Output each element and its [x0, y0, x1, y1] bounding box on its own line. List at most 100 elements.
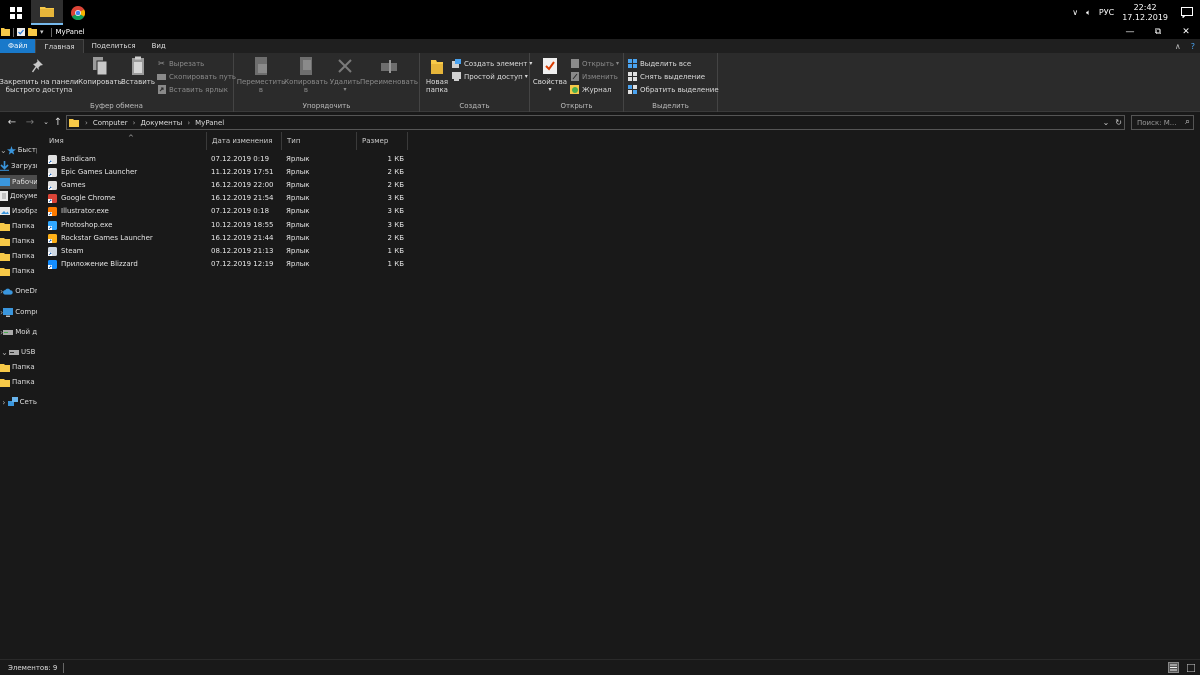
back-button[interactable]: ← — [6, 116, 18, 128]
quick-access-toolbar: ▾ — [1, 27, 47, 37]
new-item-button[interactable]: Создать элемент ▾ — [452, 58, 532, 69]
file-size: 1 КБ — [387, 259, 404, 268]
clock[interactable]: 22:42 17.12.2019 — [1122, 3, 1168, 23]
breadcrumb-mypanel[interactable]: MyPanel — [195, 119, 224, 127]
breadcrumb-computer[interactable]: Computer — [93, 119, 128, 127]
file-size: 3 КБ — [387, 220, 404, 229]
nav-item[interactable]: Папка 5 — [0, 360, 37, 374]
file-type: Ярлык — [286, 246, 310, 255]
select-none-button[interactable]: Снять выделение — [628, 71, 705, 82]
minimize-button[interactable]: — — [1116, 25, 1144, 39]
chrome-icon — [71, 5, 85, 20]
rockstar-icon — [48, 233, 57, 243]
file-row[interactable]: Bandicam 07.12.2019 0:19 Ярлык 1 КБ — [44, 153, 408, 166]
large-icons-view-button[interactable] — [1185, 662, 1196, 673]
maximize-button[interactable]: ⧉ — [1144, 25, 1172, 39]
copy-to-button[interactable]: Копировать в — [284, 55, 328, 94]
properties-check-icon[interactable] — [17, 28, 25, 36]
copy-path-button[interactable]: Скопировать путь — [157, 71, 236, 82]
copy-path-icon — [157, 72, 166, 81]
recent-locations-button[interactable]: ⌄ — [40, 116, 52, 128]
nav-item[interactable]: › Сеть — [0, 395, 37, 409]
tab-view[interactable]: Вид — [144, 39, 174, 53]
breadcrumb-documents[interactable]: Документы — [140, 119, 182, 127]
notification-icon[interactable] — [1174, 0, 1200, 25]
pin-quick-access-button[interactable]: Закрепить на панели быстрого доступа — [0, 55, 79, 94]
nav-item[interactable]: Изображения — [0, 204, 37, 218]
paste-shortcut-button[interactable]: Вставить ярлык — [157, 84, 228, 95]
edit-button[interactable]: Изменить — [570, 71, 618, 82]
nav-item[interactable]: ›Computer — [0, 305, 37, 319]
file-row[interactable]: Google Chrome 16.12.2019 21:54 Ярлык 3 КБ — [44, 192, 408, 205]
file-row[interactable]: Photoshop.exe 10.12.2019 18:55 Ярлык 3 КБ — [44, 219, 408, 232]
file-row[interactable]: Illustrator.exe 07.12.2019 0:18 Ярлык 3 КБ — [44, 205, 408, 218]
nav-item[interactable]: Папка 1 — [0, 219, 37, 233]
cut-label: Вырезать — [169, 59, 205, 68]
expand-chevron-down-icon[interactable]: ⌄ — [0, 146, 7, 155]
nav-item[interactable]: Документы — [0, 189, 37, 203]
taskbar-chrome-button[interactable] — [62, 0, 94, 25]
help-icon[interactable]: ? — [1186, 42, 1200, 51]
games-shortcut-icon — [48, 181, 57, 191]
nav-item[interactable]: ›Мой диск — [0, 325, 37, 339]
nav-item[interactable]: Папка 4 — [0, 264, 37, 278]
refresh-icon[interactable]: ↻ — [1115, 118, 1122, 127]
chevron-up-icon[interactable]: ∨ — [1072, 8, 1078, 17]
search-input[interactable]: Поиск: M... ⌕ — [1131, 115, 1194, 130]
new-folder-icon[interactable] — [28, 28, 37, 36]
tab-home[interactable]: Главная — [35, 39, 84, 53]
easy-access-button[interactable]: Простой доступ ▾ — [452, 71, 528, 82]
cut-button[interactable]: ✂ Вырезать — [157, 58, 204, 69]
column-header-type[interactable]: Тип — [282, 132, 357, 150]
tab-share[interactable]: Поделиться — [84, 39, 144, 53]
nav-item[interactable]: Загрузки — [0, 159, 37, 173]
expand-chevron-right-icon[interactable]: › — [0, 398, 8, 407]
details-view-button[interactable] — [1168, 662, 1179, 673]
nav-item[interactable]: Папка 2 — [0, 234, 37, 248]
easy-access-label: Простой доступ — [464, 72, 523, 81]
nav-item[interactable]: Папка 6 — [0, 375, 37, 389]
delete-button[interactable]: Удалить ▾ — [330, 55, 360, 94]
nav-item[interactable]: Папка 3 — [0, 249, 37, 263]
history-button[interactable]: Журнал — [570, 84, 611, 95]
nav-item[interactable]: Рабочий стол — [0, 175, 37, 189]
file-type: Ярлык — [286, 181, 310, 190]
select-all-button[interactable]: Выделить все — [628, 58, 691, 69]
nav-item[interactable]: ⌄ USB — [0, 345, 37, 359]
rename-button[interactable]: Переименовать — [360, 55, 418, 86]
expand-chevron-down-icon[interactable]: ⌄ — [0, 348, 9, 357]
column-header-date[interactable]: Дата изменения — [207, 132, 282, 150]
invert-selection-button[interactable]: Обратить выделение — [628, 84, 719, 95]
column-header-name[interactable]: Имя ^ — [44, 132, 207, 150]
nav-item[interactable]: ›OneDrive — [0, 284, 37, 298]
address-bar[interactable]: › Computer › Документы › MyPanel ⌄ ↻ — [66, 115, 1125, 130]
speaker-icon[interactable]: 🔈︎ — [1086, 8, 1091, 18]
search-icon[interactable]: ⌕ — [1185, 117, 1190, 127]
copy-button[interactable]: Копировать — [78, 55, 122, 86]
forward-button[interactable]: → — [24, 116, 36, 128]
open-button[interactable]: Открыть ▾ — [570, 58, 619, 69]
properties-button[interactable]: Свойства ▾ — [533, 55, 567, 94]
file-row[interactable]: Приложение Blizzard 07.12.2019 12:19 Ярлык… — [44, 258, 408, 271]
address-row: ← → ⌄ ↑ › Computer › Документы › MyPanel… — [0, 113, 1200, 132]
file-row[interactable]: Steam 08.12.2019 21:13 Ярлык 1 КБ — [44, 245, 408, 258]
new-folder-button[interactable]: Новая папка — [424, 55, 450, 94]
nav-item-label: Быстрый доступ — [17, 146, 37, 154]
customize-quick-access-icon[interactable]: ▾ — [40, 28, 44, 36]
address-dropdown-icon[interactable]: ⌄ — [1103, 118, 1110, 127]
up-button[interactable]: ↑ — [52, 116, 64, 128]
nav-item[interactable]: ⌄ Быстрый доступ — [0, 143, 37, 157]
file-row[interactable]: Games 16.12.2019 22:00 Ярлык 2 КБ — [44, 179, 408, 192]
start-button[interactable] — [0, 0, 32, 25]
file-row[interactable]: Rockstar Games Launcher 16.12.2019 21:44 Я… — [44, 232, 408, 245]
keyboard-language[interactable]: РУС — [1099, 8, 1114, 17]
paste-button[interactable]: Вставить — [121, 55, 155, 86]
taskbar-file-explorer-button[interactable] — [31, 0, 63, 25]
move-to-button[interactable]: Переместить в — [237, 55, 285, 94]
column-header-size[interactable]: Размер — [357, 132, 408, 150]
close-button[interactable]: ✕ — [1172, 25, 1200, 39]
illustrator-icon — [48, 207, 57, 217]
collapse-ribbon-icon[interactable]: ∧ — [1170, 42, 1186, 51]
tab-file[interactable]: Файл — [0, 39, 36, 53]
file-row[interactable]: Epic Games Launcher 11.12.2019 17:51 Ярлык… — [44, 166, 408, 179]
